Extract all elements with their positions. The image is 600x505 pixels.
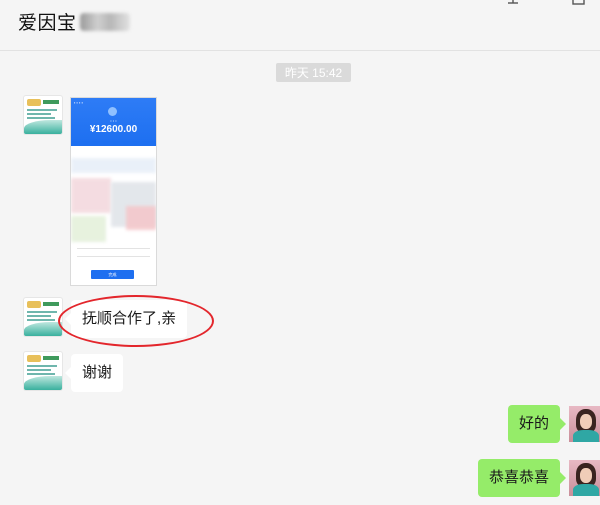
done-button: 完成 <box>91 270 134 279</box>
avatar-line <box>27 117 55 119</box>
contact-avatar[interactable] <box>24 352 62 390</box>
message-text: 好的 <box>518 415 549 432</box>
avatar-logo <box>27 355 41 362</box>
chat-header: 爱因宝 <box>0 0 600 51</box>
merchant-name: • • • <box>110 118 117 123</box>
avatar-face <box>580 468 592 483</box>
divider <box>77 248 150 249</box>
avatar-line <box>27 113 51 115</box>
payment-screenshot-image[interactable]: ▪ ▪ ▪ ▪ • • • ¥12600.00 完成 <box>70 97 157 286</box>
title-redaction-blur <box>79 12 130 31</box>
message-bubble[interactable]: 谢谢 <box>64 354 124 392</box>
divider <box>77 256 150 257</box>
redaction-blur <box>126 206 156 230</box>
redaction-blur <box>71 178 111 213</box>
avatar-logo <box>27 301 41 308</box>
payment-amount: ¥12600.00 <box>89 124 138 135</box>
message-timestamp: 昨天 15:42 <box>276 63 351 82</box>
avatar-body <box>573 430 599 442</box>
avatar-wave <box>24 376 62 390</box>
avatar-wave <box>24 120 62 134</box>
avatar-face <box>580 414 592 429</box>
avatar-line <box>27 319 55 321</box>
contact-avatar[interactable] <box>24 96 62 134</box>
my-message-bubble[interactable]: 恭喜恭喜 <box>477 459 567 497</box>
contact-avatar[interactable] <box>24 298 62 336</box>
chat-title-row: 爱因宝 <box>18 8 130 35</box>
avatar-body <box>573 484 599 496</box>
message-text: 恭喜恭喜 <box>488 469 549 486</box>
avatar-line <box>27 373 55 375</box>
red-circle-annotation <box>58 295 214 347</box>
avatar-line <box>27 109 57 111</box>
redaction-blur <box>71 216 106 242</box>
avatar-brand-text <box>43 356 59 360</box>
pin-icon[interactable] <box>506 0 520 9</box>
my-message-bubble[interactable]: 好的 <box>507 405 567 443</box>
merchant-logo-icon <box>108 107 117 116</box>
square-icon[interactable] <box>572 0 586 9</box>
avatar-line <box>27 369 51 371</box>
avatar-line <box>27 315 51 317</box>
redaction-blur <box>71 158 156 173</box>
avatar-line <box>27 311 57 313</box>
avatar-logo <box>27 99 41 106</box>
avatar-brand-text <box>43 302 59 306</box>
phone-status-bar: ▪ ▪ ▪ ▪ <box>74 100 84 105</box>
avatar-brand-text <box>43 100 59 104</box>
avatar-line <box>27 365 57 367</box>
chat-title[interactable]: 爱因宝 <box>18 8 77 35</box>
my-avatar[interactable] <box>569 406 600 442</box>
message-text: 谢谢 <box>82 364 113 381</box>
payment-header-edge <box>71 141 156 151</box>
avatar-wave <box>24 322 62 336</box>
payment-header: ▪ ▪ ▪ ▪ • • • ¥12600.00 <box>71 98 156 146</box>
my-avatar[interactable] <box>569 460 600 496</box>
